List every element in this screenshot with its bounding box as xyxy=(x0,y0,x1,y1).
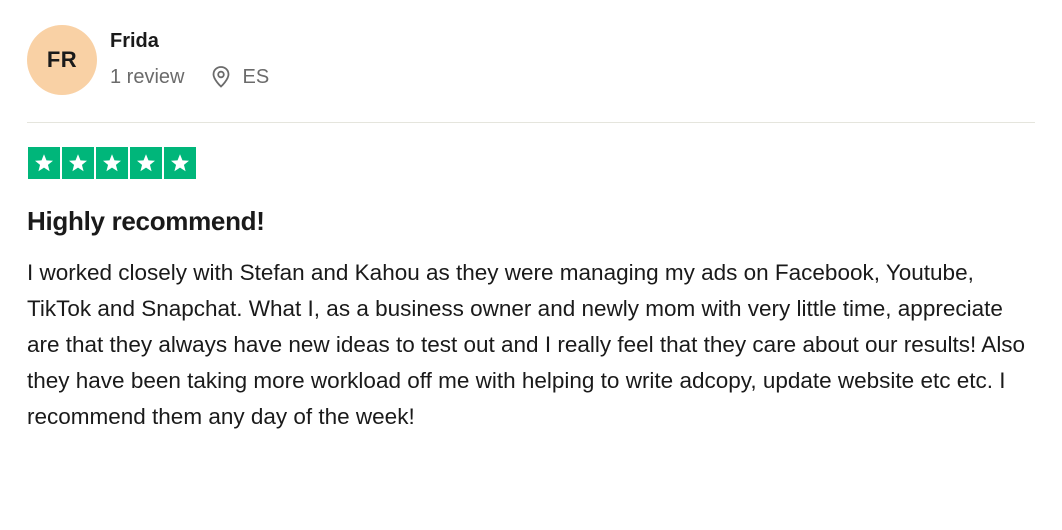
avatar[interactable]: FR xyxy=(27,25,97,95)
location-pin-icon xyxy=(210,64,232,90)
star-icon xyxy=(164,147,196,179)
review-body: I worked closely with Stefan and Kahou a… xyxy=(27,260,1026,429)
review-card: FR Frida 1 review ES Highly recommend! I… xyxy=(0,0,1062,530)
review-count: 1 review xyxy=(110,66,185,88)
reviewer-name[interactable]: Frida xyxy=(110,30,159,53)
reviewer-country: ES xyxy=(242,66,270,88)
star-icon xyxy=(28,147,60,179)
star-icon xyxy=(96,147,128,179)
star-icon xyxy=(62,147,94,179)
review-title[interactable]: Highly recommend! xyxy=(27,206,265,237)
divider xyxy=(27,122,1035,123)
star-rating xyxy=(28,147,196,179)
avatar-initials: FR xyxy=(46,47,78,72)
reviewer-meta: 1 review ES xyxy=(110,64,269,90)
star-icon xyxy=(130,147,162,179)
